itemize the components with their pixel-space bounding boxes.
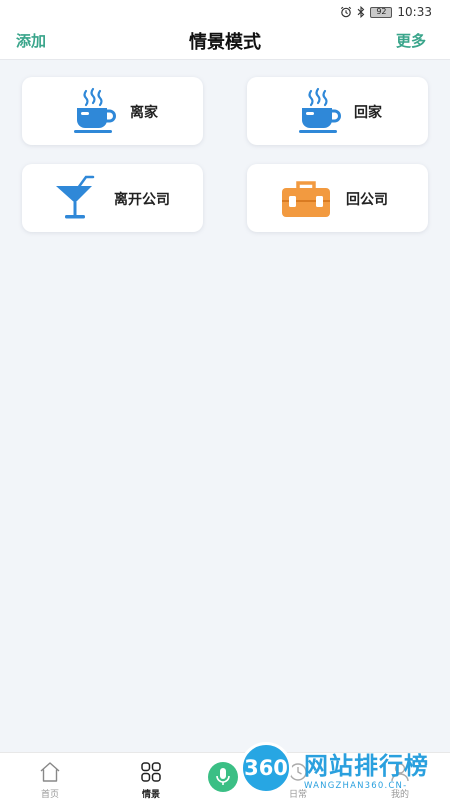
cocktail-glass-icon <box>56 175 95 219</box>
add-button[interactable]: 添加 <box>16 30 46 51</box>
coffee-cup-icon <box>299 87 341 133</box>
battery-level: 92 <box>376 7 387 16</box>
scene-card-leave-company[interactable]: 离开公司 <box>22 164 203 232</box>
nav-home[interactable]: 首页 <box>20 753 80 800</box>
scene-label: 离开公司 <box>114 192 170 208</box>
scene-card-return-company[interactable]: 回公司 <box>247 164 428 232</box>
coffee-cup-icon <box>74 87 116 133</box>
scene-label: 回家 <box>354 105 382 121</box>
nav-home-label: 首页 <box>40 790 59 800</box>
watermark-title: 网站排行榜 <box>304 752 429 780</box>
watermark-logo: 360 网站排行榜 WANGZHAN360.CN- <box>240 740 450 800</box>
watermark-subtitle: WANGZHAN360.CN- <box>304 781 408 791</box>
status-bar: 92 10:33 <box>0 0 450 24</box>
scene-card-leave-home[interactable]: 离家 <box>22 77 203 145</box>
page-title: 情景模式 <box>189 32 261 53</box>
header-bar: 添加 情景模式 更多 <box>0 24 450 60</box>
status-icons: 92 10:33 <box>340 4 432 20</box>
grid-icon <box>141 762 161 782</box>
nav-scenes-label: 情景 <box>141 790 160 800</box>
more-button[interactable]: 更多 <box>396 30 426 51</box>
battery-icon: 92 <box>370 6 393 18</box>
bluetooth-icon <box>358 6 365 18</box>
alarm-icon <box>341 6 352 18</box>
home-icon <box>40 762 60 782</box>
scene-card-return-home[interactable]: 回家 <box>247 77 428 145</box>
microphone-icon <box>216 768 230 785</box>
scene-label: 离家 <box>130 105 158 121</box>
toolbox-icon <box>282 181 330 217</box>
voice-button[interactable] <box>208 762 238 792</box>
watermark-badge: 360 <box>240 742 292 794</box>
scene-label: 回公司 <box>346 192 388 208</box>
nav-scenes[interactable]: 情景 <box>121 753 181 800</box>
status-time: 10:33 <box>397 5 432 19</box>
